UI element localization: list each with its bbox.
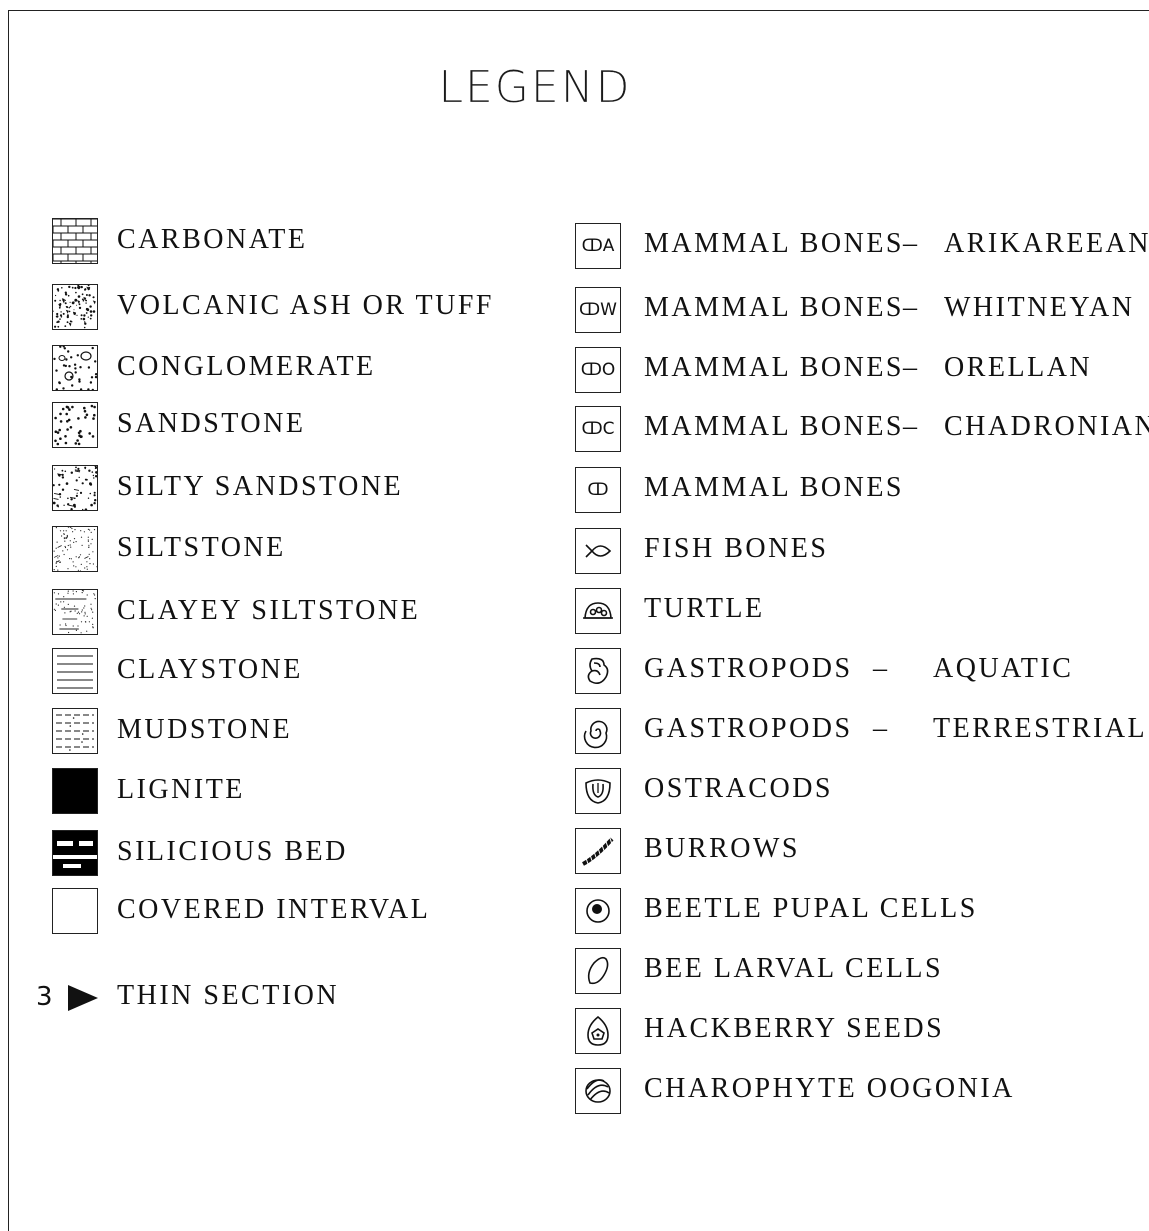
fossil-label: CHAROPHYTE OOGONIA: [644, 1073, 1015, 1104]
fossil-label-separator: –: [903, 352, 920, 383]
solid-black-icon: [52, 768, 98, 814]
fossil-label-separator: –: [873, 653, 890, 684]
lithology-label: SILTY SANDSTONE: [117, 471, 404, 502]
charophyte-icon: [575, 1068, 621, 1114]
fossil-label: MAMMAL BONES: [644, 352, 904, 383]
fossil-label-suffix: CHADRONIAN: [944, 411, 1149, 442]
fossil-label: MAMMAL BONES: [644, 411, 904, 442]
fossil-label-suffix: WHITNEYAN: [944, 292, 1135, 323]
fossil-label: FISH BONES: [644, 533, 829, 564]
fossil-label: MAMMAL BONES: [644, 292, 904, 323]
mammal-bone-icon: ↀW: [575, 287, 621, 333]
fossil-label-separator: –: [903, 411, 920, 442]
lithology-label: CONGLOMERATE: [117, 351, 376, 382]
fossil-label-suffix: ARIKAREEAN: [944, 228, 1149, 259]
siltstone-icon: [52, 526, 98, 572]
lithology-label: LIGNITE: [117, 774, 245, 805]
lithology-label: CARBONATE: [117, 224, 308, 255]
lithology-label: COVERED INTERVAL: [117, 894, 431, 925]
fossil-label-suffix: TERRESTRIAL: [933, 713, 1148, 744]
fossil-label-separator: –: [903, 292, 920, 323]
fossil-label-suffix: AQUATIC: [933, 653, 1074, 684]
lithology-label: CLAYEY SILTSTONE: [117, 595, 421, 626]
lithology-label: MUDSTONE: [117, 714, 293, 745]
turtle-icon: [575, 588, 621, 634]
thin-section-number: 3: [36, 982, 53, 1012]
mudstone-icon: [52, 708, 98, 754]
fossil-label: BEE LARVAL CELLS: [644, 953, 944, 984]
mammal-bone-icon: ↀO: [575, 347, 621, 393]
thin-section-triangle-icon: [68, 985, 98, 1011]
fossil-label: GASTROPODS: [644, 713, 853, 744]
lithology-label: VOLCANIC ASH OR TUFF: [117, 290, 494, 321]
fossil-label: TURTLE: [644, 593, 765, 624]
burrow-icon: [575, 828, 621, 874]
sandstone-icon: [52, 402, 98, 448]
fossil-label-suffix: ORELLAN: [944, 352, 1093, 383]
lithology-label: CLAYSTONE: [117, 654, 303, 685]
mammal-bone-icon: ↀ: [575, 467, 621, 513]
hackberry-icon: [575, 1008, 621, 1054]
ostracod-icon: [575, 768, 621, 814]
terrestrial-gastropod-icon: [575, 708, 621, 754]
fish-icon: [575, 528, 621, 574]
lithology-label: SILTSTONE: [117, 532, 286, 563]
fossil-label: HACKBERRY SEEDS: [644, 1013, 945, 1044]
lithology-label: SANDSTONE: [117, 408, 306, 439]
lithology-label: SILICIOUS BED: [117, 836, 348, 867]
fossil-label: MAMMAL BONES: [644, 228, 904, 259]
fossil-label-separator: –: [873, 713, 890, 744]
fossil-label: OSTRACODS: [644, 773, 833, 804]
fossil-label: MAMMAL BONES: [644, 472, 904, 503]
beetle-cell-icon: [575, 888, 621, 934]
mammal-bone-icon: ↀC: [575, 406, 621, 452]
fossil-label: BEETLE PUPAL CELLS: [644, 893, 978, 924]
mammal-bone-icon: ↀA: [575, 223, 621, 269]
tuff-icon: [52, 284, 98, 330]
fossil-label-separator: –: [903, 228, 920, 259]
brick-icon: [52, 218, 98, 264]
claystone-icon: [52, 648, 98, 694]
thin-section-label: THIN SECTION: [117, 980, 340, 1011]
clayey-siltstone-icon: [52, 589, 98, 635]
conglomerate-icon: [52, 345, 98, 391]
legend-title: LEGEND: [438, 62, 632, 113]
silty-sandstone-icon: [52, 465, 98, 511]
silicious-bed-icon: [52, 830, 98, 876]
aquatic-gastropod-icon: [575, 648, 621, 694]
empty-box-icon: [52, 888, 98, 934]
fossil-label: GASTROPODS: [644, 653, 853, 684]
fossil-label: BURROWS: [644, 833, 800, 864]
bee-cell-icon: [575, 948, 621, 994]
